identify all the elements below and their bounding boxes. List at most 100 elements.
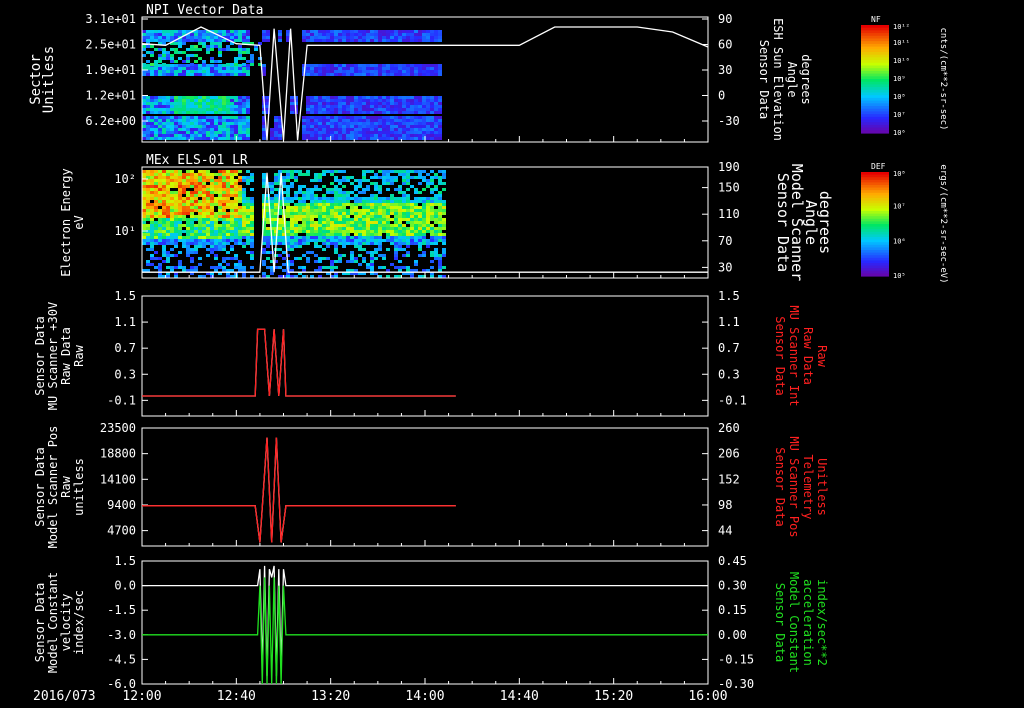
els-heatmap-cell [270,200,274,203]
npi-heatmap-cell [390,134,394,137]
npi-heatmap-cell [302,39,306,42]
npi-heatmap-cell [194,134,198,137]
els-heatmap-cell [430,179,434,182]
npi-heatmap-cell [414,102,418,105]
els-heatmap-cell [338,179,342,182]
els-heatmap-cell [210,209,214,212]
npi-heatmap-cell [178,33,182,36]
els-heatmap-cell [222,215,226,218]
npi-heatmap-cell [274,119,278,122]
series-line-white [142,328,456,397]
els-heatmap-cell [282,182,286,185]
npi-heatmap-cell [370,39,374,42]
els-heatmap-cell [290,212,294,215]
els-heatmap-cell [142,194,146,197]
els-heatmap-cell [286,185,290,188]
els-heatmap-cell [186,245,190,248]
els-heatmap-cell [386,269,390,272]
els-heatmap-cell [150,218,154,221]
els-heatmap-cell [210,218,214,221]
els-heatmap-cell [374,176,378,179]
npi-heatmap-cell [146,108,150,111]
els-heatmap-cell [146,263,150,266]
els-heatmap-cell [438,260,442,263]
els-heatmap-cell [186,179,190,182]
npi-heatmap-cell [234,116,238,119]
els-heatmap-cell [366,242,370,245]
npi-heatmap-cell [382,125,386,128]
npi-heatmap-cell [202,42,206,45]
els-heatmap-cell [294,242,298,245]
npi-heatmap-cell [190,54,194,57]
npi-heatmap-cell [174,131,178,134]
npi-heatmap-cell [142,131,146,134]
npi-heatmap-cell [218,119,222,122]
els-heatmap-cell [294,218,298,221]
npi-heatmap-cell [246,70,250,73]
npi-heatmap-cell [374,39,378,42]
npi-heatmap-cell [226,73,230,76]
time-tick-label: 12:40 [217,689,256,704]
els-heatmap-cell [146,236,150,239]
npi-heatmap-cell [394,116,398,119]
els-heatmap-cell [402,212,406,215]
colorbar-tick: 10¹¹ [893,39,910,47]
npi-heatmap-cell [322,131,326,134]
els-heatmap-cell [186,251,190,254]
els-heatmap-cell [302,254,306,257]
els-heatmap-cell [314,260,318,263]
els-heatmap-cell [298,239,302,242]
els-heatmap-cell [310,224,314,227]
npi-heatmap-cell [398,96,402,99]
npi-heatmap-cell [422,30,426,33]
npi-heatmap-cell [414,131,418,134]
npi-heatmap-cell [382,64,386,67]
npi-heatmap-cell [174,105,178,108]
els-heatmap-cell [306,170,310,173]
els-heatmap-cell [394,233,398,236]
els-heatmap-cell [218,176,222,179]
els-heatmap-cell [226,251,230,254]
npi-heatmap-cell [422,70,426,73]
els-heatmap-cell [366,224,370,227]
els-heatmap-cell [146,197,150,200]
npi-heatmap-cell [342,30,346,33]
npi-heatmap-cell [230,33,234,36]
npi-heatmap-cell [338,116,342,119]
els-heatmap-cell [310,188,314,191]
els-heatmap-cell [158,263,162,266]
els-heatmap-cell [374,230,378,233]
els-heatmap-cell [350,206,354,209]
els-heatmap-cell [294,170,298,173]
npi-heatmap-cell [194,99,198,102]
els-heatmap-cell [434,227,438,230]
els-heatmap-cell [346,179,350,182]
npi-heatmap-cell [358,119,362,122]
els-heatmap-cell [234,194,238,197]
els-heatmap-cell [294,221,298,224]
els-heatmap-cell [194,215,198,218]
els-heatmap-cell [222,182,226,185]
els-heatmap-cell [322,173,326,176]
els-heatmap-cell [198,242,202,245]
npi-heatmap-cell [326,108,330,111]
npi-heatmap-cell [214,36,218,39]
left-axis-label: velocity [59,594,73,652]
npi-heatmap-cell [350,116,354,119]
els-heatmap-cell [218,245,222,248]
npi-heatmap-cell [242,122,246,125]
els-heatmap-cell [398,245,402,248]
npi-heatmap-cell [230,73,234,76]
els-heatmap-cell [158,221,162,224]
els-heatmap-cell [438,239,442,242]
els-heatmap-cell [210,236,214,239]
npi-heatmap-cell [342,122,346,125]
npi-heatmap-cell [374,108,378,111]
npi-heatmap-cell [222,73,226,76]
els-heatmap-cell [334,176,338,179]
els-heatmap-cell [206,233,210,236]
npi-heatmap-cell [402,131,406,134]
npi-heatmap-cell [334,99,338,102]
els-heatmap-cell [250,242,254,245]
npi-heatmap-cell [278,131,282,134]
